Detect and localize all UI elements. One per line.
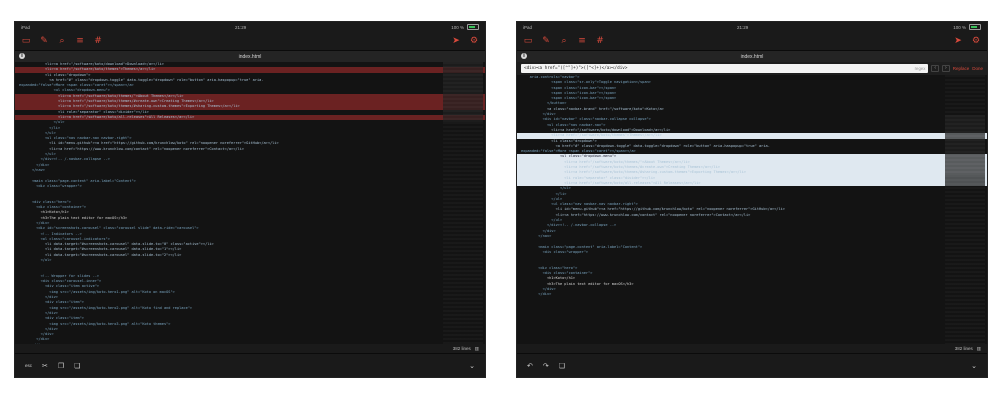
minimap[interactable] (443, 62, 483, 353)
toolbar: ▭ ✎ ⌕ ≡ # ➤ ⚙ (517, 32, 987, 51)
minimap[interactable] (945, 75, 985, 353)
battery-icon (466, 24, 479, 30)
line-count: 382 lines (452, 346, 471, 351)
hash-icon[interactable]: # (595, 36, 605, 46)
folder-icon[interactable]: ▭ (523, 36, 533, 46)
keyboard-accessory-bar: ↶ ↷ ❏ ⌄ (517, 353, 987, 377)
time-label: 21:29 (234, 24, 247, 30)
previous-match-button[interactable]: ‹ (931, 65, 940, 72)
file-title-bar: i index.html (15, 51, 485, 62)
editor-footer: 382 lines ▥ (15, 344, 485, 353)
list-icon[interactable]: ≡ (577, 36, 587, 46)
done-button[interactable]: Done (972, 66, 983, 71)
search-icon[interactable]: ⌕ (57, 36, 67, 46)
copy-icon[interactable]: ❐ (58, 362, 64, 370)
carrier-label: iPad (21, 24, 31, 30)
file-name: index.html (740, 53, 764, 60)
edit-icon[interactable]: ✎ (541, 36, 551, 46)
run-icon[interactable]: ➤ (451, 36, 461, 46)
paste-icon[interactable]: ❏ (74, 362, 80, 370)
carrier-label: iPad (523, 24, 533, 30)
folder-icon[interactable]: ▭ (21, 36, 31, 46)
search-icon[interactable]: ⌕ (559, 36, 569, 46)
edit-icon[interactable]: ✎ (39, 36, 49, 46)
battery-label: 100 % (451, 24, 464, 30)
gear-icon[interactable]: ⚙ (469, 36, 479, 46)
editor-window-right: iPad 21:29 100 % ▭ ✎ ⌕ ≡ # ➤ ⚙ i index.h… (517, 22, 987, 377)
sidebar-icon[interactable]: ▥ (475, 346, 479, 352)
list-icon[interactable]: ≡ (75, 36, 85, 46)
code-line: </div> (521, 292, 552, 297)
hash-icon[interactable]: # (93, 36, 103, 46)
status-bar: iPad 21:29 100 % (517, 22, 987, 32)
time-label: 21:29 (736, 24, 749, 30)
search-input[interactable]: <div><a href="([^"]+)">([^<]+)</a></div>… (521, 64, 929, 73)
sidebar-icon[interactable]: ▥ (977, 346, 981, 352)
undo-icon[interactable]: ↶ (527, 362, 533, 370)
editor-window-left: iPad 21:29 100 % ▭ ✎ ⌕ ≡ # ➤ ⚙ i index.h… (15, 22, 485, 377)
toolbar: ▭ ✎ ⌕ ≡ # ➤ ⚙ (15, 32, 485, 51)
search-query: <div><a href="([^"]+)">([^<]+)</a></div> (524, 66, 628, 71)
chevron-down-icon[interactable]: ⌄ (971, 362, 977, 370)
run-icon[interactable]: ➤ (953, 36, 963, 46)
find-replace-bar: <div><a href="([^"]+)">([^<]+)</a></div>… (517, 62, 987, 75)
status-bar: iPad 21:29 100 % (15, 22, 485, 32)
info-icon[interactable]: i (19, 53, 25, 59)
editor-footer: 382 lines ▥ (517, 344, 987, 353)
scissors-icon[interactable]: ✂ (42, 362, 48, 370)
search-hint: regex (914, 66, 926, 71)
chevron-down-icon[interactable]: ⌄ (469, 362, 475, 370)
code-editor[interactable]: aria-controls="navbar"> <span class="sr-… (517, 75, 987, 353)
code-editor[interactable]: <li><a href="/software/koto/download">Do… (15, 62, 485, 353)
keyboard-accessory-bar: esc ✂ ❐ ❏ ⌄ (15, 353, 485, 377)
replace-button[interactable]: Replace (953, 66, 970, 71)
battery-icon (968, 24, 981, 30)
gear-icon[interactable]: ⚙ (971, 36, 981, 46)
next-match-button[interactable]: › (942, 65, 950, 72)
redo-icon[interactable]: ↷ (543, 362, 549, 370)
file-name: index.html (238, 53, 262, 60)
battery-label: 100 % (953, 24, 966, 30)
file-title-bar: i index.html (517, 51, 987, 62)
esc-button[interactable]: esc (25, 363, 32, 368)
paste-icon[interactable]: ❏ (559, 362, 565, 370)
info-icon[interactable]: i (521, 53, 527, 59)
line-count: 382 lines (954, 346, 973, 351)
